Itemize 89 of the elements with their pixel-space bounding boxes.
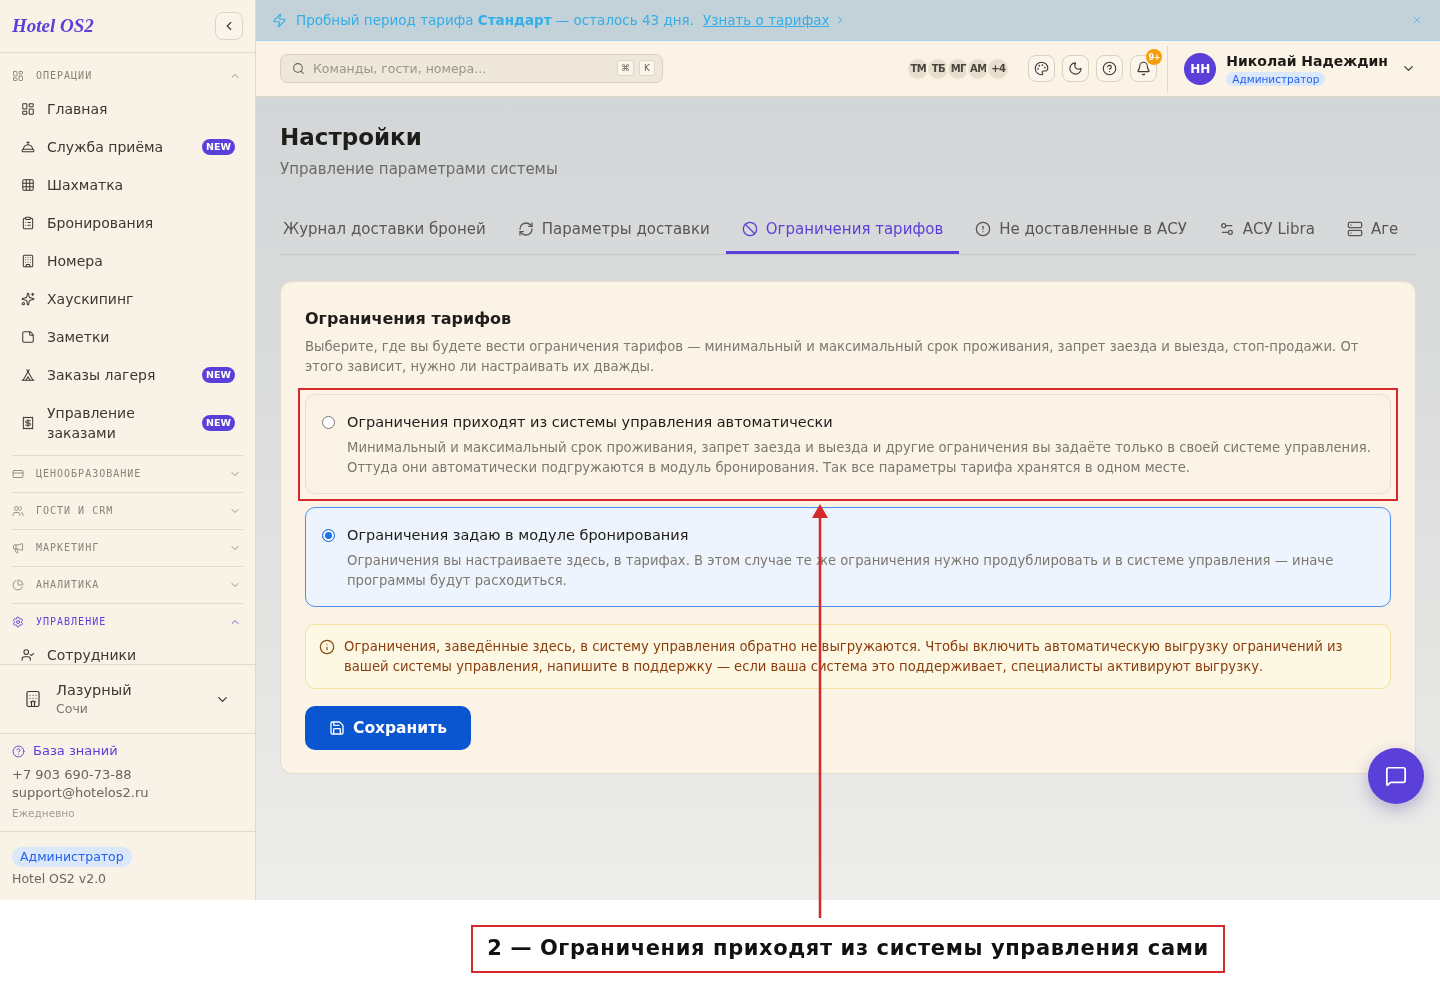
palette-icon [1034,61,1050,76]
megaphone-icon [12,542,24,554]
radio-button[interactable] [322,415,335,429]
annotation-callout: 2 — Ограничения приходят из системы управления сами [471,925,1225,973]
support-phone: +7 903 690-73-88 [12,766,132,784]
service-bell-icon [21,140,35,154]
app-version: Hotel OS2 v2.0 [12,870,107,888]
page-subtitle: Управление параметрами системы [280,159,559,179]
shortcut-key: K [639,60,655,76]
nav-item[interactable]: Управление заказами NEW [12,394,243,452]
grid-icon [21,178,35,192]
tab[interactable]: Параметры доставки [501,205,726,254]
save-icon [329,720,345,736]
pie-chart-icon [12,579,24,591]
trial-banner-text: Пробный период тарифа Стандарт — осталось 43 дня. [296,12,694,28]
shortcut-key: ⌘ [617,60,634,76]
option-description: Минимальный и максимальный срок проживания, запрет заезда и выезда и другие ограничения вы задаёте только в своей системе управления. Оттуда они автоматически подгружаются в модуль бронирования. Так все параметры тарифа хранятся в одном месте. [347,439,1372,477]
nav-item[interactable]: Бронирования [12,204,243,242]
refresh-icon [517,221,534,237]
card-icon [12,468,24,480]
hotel-selector[interactable]: Лазурный Сочи [0,665,255,733]
hotel-icon [24,690,42,708]
knowledge-base-link[interactable]: База знаний [12,742,118,760]
user-avatar: НН [1184,52,1217,85]
page-title: Настройки [280,123,423,152]
new-badge: NEW [202,139,235,155]
section-header[interactable]: ЦЕНООБРАЗОВАНИЕ [12,456,243,492]
tab[interactable]: Журнал доставки броней [280,205,502,254]
save-button[interactable]: Сохранить [305,706,471,750]
search-icon [292,62,305,75]
nav-item[interactable]: Шахматка [12,166,243,204]
server-icon [1346,221,1363,237]
nav-item[interactable]: Заказы лагеря NEW [12,356,243,394]
close-icon [1411,14,1423,26]
help-icon [1102,61,1118,76]
section-header[interactable]: ГОСТИ И CRM [12,493,243,529]
building-icon [21,254,35,268]
bell-icon [1136,61,1152,76]
section-header[interactable]: ОПЕРАЦИИ [12,58,243,90]
sliders-icon [1218,221,1235,237]
nav-item[interactable]: Главная [12,90,243,128]
card-title: Ограничения тарифов [305,309,513,329]
clipboard-icon [21,216,35,230]
help-button[interactable] [1096,55,1124,82]
nav-item[interactable]: Номера [12,242,243,280]
ban-icon [741,221,758,237]
card-description: Выберите, где вы будете вести ограничения тарифов — минимальный и максимальный срок проживания, запрет заезда и выезда, стоп-продажи. От этого зависит, нужно ли настраивать их дважды. [305,338,1360,376]
nav-item[interactable]: Сотрудники [12,636,243,664]
tab[interactable]: АСУ Libra [1202,205,1331,254]
tab[interactable]: Аге [1330,205,1415,254]
note-icon [21,330,35,344]
new-badge: NEW [202,367,235,383]
nav-item[interactable]: Служба приёма NEW [12,128,243,166]
option-title: Ограничения задаю в модуле бронирования [347,526,690,545]
dashboard-icon [21,102,35,116]
lightning-icon [272,12,287,28]
info-icon [319,639,335,655]
dark-mode-button[interactable] [1062,55,1090,82]
option-title: Ограничения приходят из системы управления автоматически [347,413,834,432]
section-header[interactable]: МАРКЕТИНГ [12,530,243,566]
theme-palette-button[interactable] [1028,55,1056,82]
more-users-count: +4 [986,56,1011,81]
notification-count: 9+ [1146,49,1163,65]
support-email: support@hotelos2.ru [12,784,149,802]
settings-icon [12,616,24,628]
sparkles-icon [21,292,35,306]
user-name: Николай Надеждин [1226,51,1388,70]
radio-button[interactable] [322,528,335,542]
tab[interactable]: Ограничения тарифов [725,205,960,254]
user-role-badge: Администратор [1226,71,1326,86]
dashboard-icon [12,70,24,82]
support-hours: Ежедневно [12,806,75,821]
role-badge: Администратор [12,847,132,867]
nav-item[interactable]: Хаускипинг [12,280,243,318]
tab[interactable]: Не доставленные в АСУ [959,205,1203,254]
receipt-icon [21,416,35,430]
section-header[interactable]: АНАЛИТИКА [12,567,243,603]
user-check-icon [21,648,35,662]
users-icon [12,505,24,517]
chat-icon [1385,765,1407,787]
section-header[interactable]: УПРАВЛЕНИЕ [12,604,243,636]
nav-item[interactable]: Заметки [12,318,243,356]
app-logo: Hotel OS2 [12,15,94,37]
tent-icon [21,368,35,382]
new-badge: NEW [202,415,235,431]
moon-icon [1068,61,1084,76]
alert-icon [975,221,992,237]
help-icon [12,744,25,758]
chat-button[interactable] [1368,748,1424,804]
